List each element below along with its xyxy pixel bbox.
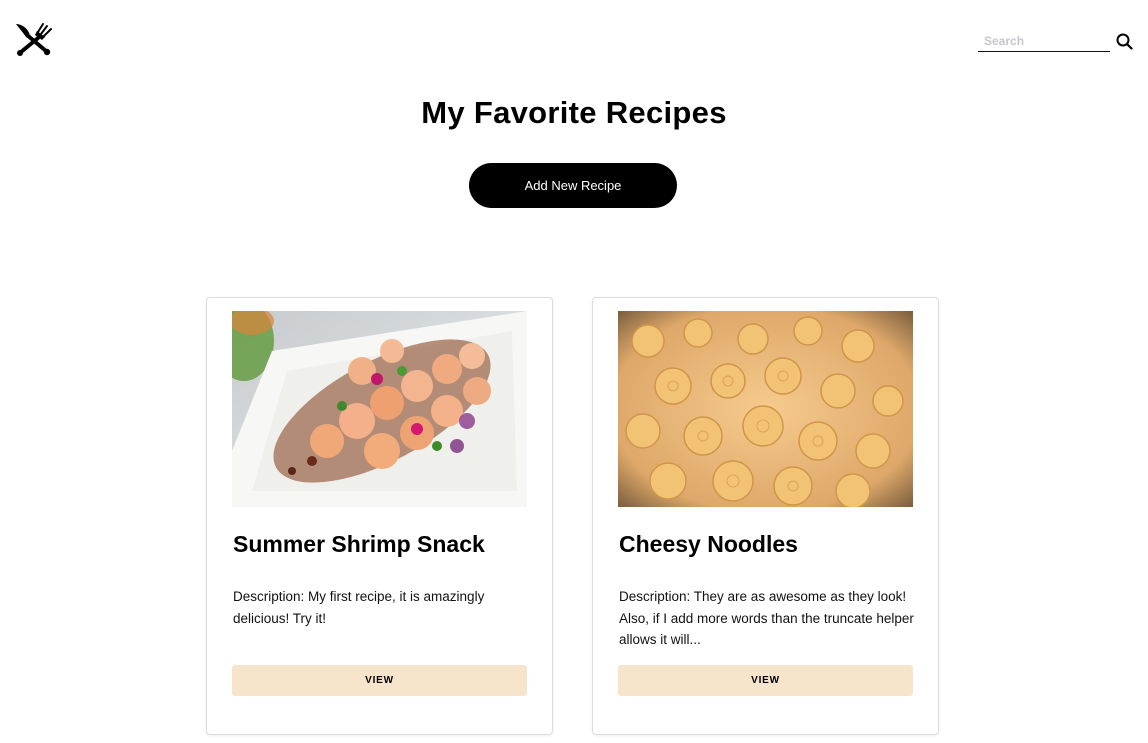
recipe-description: Description: They are as awesome as they… <box>619 589 914 647</box>
logo-fork-knife-icon[interactable] <box>14 22 54 56</box>
page-title: My Favorite Recipes <box>421 95 727 130</box>
recipe-title: Cheesy Noodles <box>619 531 798 557</box>
search-bar <box>978 30 1134 52</box>
recipe-card: Summer Shrimp Snack Description: My firs… <box>206 297 553 735</box>
recipe-description: Description: My first recipe, it is amaz… <box>233 589 485 626</box>
recipe-image-noodles <box>618 311 913 507</box>
view-recipe-button[interactable]: VIEW <box>232 665 527 696</box>
fork-knife-icon <box>16 23 52 56</box>
search-input[interactable] <box>978 30 1110 52</box>
recipe-image-shrimp <box>232 311 527 507</box>
add-new-recipe-button[interactable]: Add New Recipe <box>469 163 677 208</box>
search-icon[interactable] <box>1114 30 1134 52</box>
recipe-title: Summer Shrimp Snack <box>233 531 485 557</box>
recipe-card: Cheesy Noodles Description: They are as … <box>592 297 939 735</box>
view-recipe-button[interactable]: VIEW <box>618 665 913 696</box>
